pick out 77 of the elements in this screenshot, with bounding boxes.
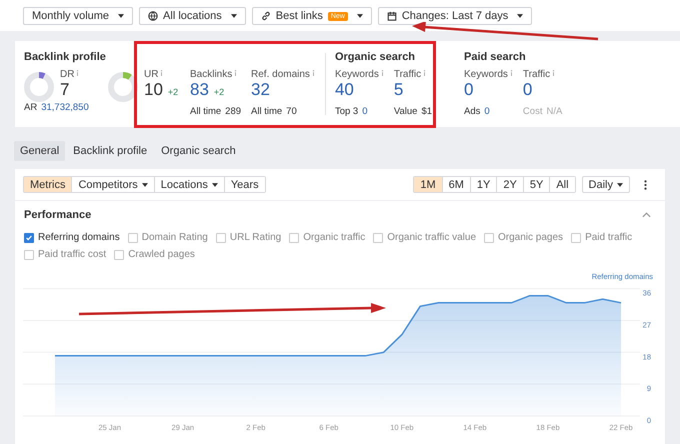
sub-value: 70 bbox=[286, 106, 297, 117]
sub-label: All time bbox=[251, 106, 282, 117]
tab[interactable]: Organic search bbox=[155, 141, 242, 161]
info-icon bbox=[312, 70, 315, 76]
sub-value[interactable]: 0 bbox=[362, 106, 368, 117]
sub-value[interactable]: 31,732,850 bbox=[41, 102, 89, 113]
metric-value[interactable]: 0 bbox=[464, 80, 474, 100]
interval-dropdown[interactable]: Daily bbox=[582, 176, 630, 193]
info-icon bbox=[160, 70, 164, 76]
metric-value[interactable]: 32 bbox=[251, 80, 270, 100]
metric-value: 10 bbox=[144, 80, 163, 100]
collapse-icon[interactable] bbox=[642, 212, 651, 218]
caret-icon bbox=[356, 14, 363, 18]
metric-value[interactable]: 40 bbox=[334, 80, 354, 100]
sub-label: AR bbox=[24, 102, 38, 113]
section-title: Performance bbox=[24, 209, 92, 221]
tab[interactable]: General bbox=[14, 141, 66, 161]
view-tab[interactable]: Metrics bbox=[24, 177, 72, 192]
metric-label: Ref. domains bbox=[251, 69, 310, 80]
series-checkbox[interactable]: Organic pages bbox=[484, 232, 564, 243]
series-checkbox[interactable]: URL Rating bbox=[216, 232, 282, 243]
section-title: Backlink profile bbox=[24, 51, 107, 65]
metric-value[interactable]: 83 bbox=[190, 80, 209, 100]
info-icon bbox=[76, 70, 80, 76]
info-icon bbox=[234, 70, 238, 76]
info-icon bbox=[423, 70, 426, 76]
globe-icon bbox=[148, 11, 158, 21]
section-title: Paid search bbox=[464, 51, 527, 65]
metric-label: Keywords bbox=[334, 69, 379, 80]
tab[interactable]: Backlink profile bbox=[67, 141, 154, 161]
sub-value: N/A bbox=[546, 106, 562, 117]
metric-value[interactable]: 5 bbox=[394, 80, 404, 100]
section-title: Organic search bbox=[334, 51, 416, 65]
sub-label: Top 3 bbox=[334, 106, 358, 117]
sub-label: Value bbox=[394, 106, 418, 117]
filter-dropdown[interactable]: All locations bbox=[139, 7, 246, 25]
metric-value: 7 bbox=[60, 80, 70, 100]
sub-label: Ads bbox=[464, 106, 480, 117]
series-checkbox[interactable]: Crawled pages bbox=[114, 249, 195, 260]
caret-icon bbox=[118, 14, 124, 18]
metric-label: DR bbox=[60, 69, 74, 80]
filter-dropdown[interactable]: Monthly volume bbox=[23, 7, 134, 25]
range-tab[interactable]: All bbox=[549, 177, 575, 192]
filter-dropdown[interactable]: Changes: Last 7 days bbox=[378, 7, 532, 25]
range-tab[interactable]: 1M bbox=[414, 177, 442, 192]
metric-label: Traffic bbox=[522, 69, 550, 80]
series-checkbox[interactable]: Organic traffic value bbox=[373, 232, 476, 243]
sub-value[interactable]: 0 bbox=[484, 106, 490, 117]
link-icon bbox=[260, 11, 271, 21]
change-value: +2 bbox=[214, 87, 224, 97]
sub-value: $1 bbox=[421, 106, 432, 117]
metric-label: Traffic bbox=[394, 69, 422, 80]
caret-icon bbox=[617, 182, 623, 186]
change-value: +2 bbox=[168, 87, 178, 97]
series-checkbox[interactable]: Paid traffic cost bbox=[24, 249, 106, 260]
series-checkbox[interactable]: Organic traffic bbox=[289, 232, 366, 243]
sub-label: Cost bbox=[522, 106, 542, 117]
caret-icon bbox=[230, 14, 237, 18]
view-tab[interactable]: Years bbox=[224, 177, 265, 192]
more-icon[interactable] bbox=[644, 180, 647, 190]
series-checkbox[interactable]: Paid traffic bbox=[571, 232, 632, 243]
caret-icon bbox=[212, 182, 218, 186]
series-checkbox[interactable]: Domain Rating bbox=[128, 232, 208, 243]
info-icon bbox=[380, 70, 384, 76]
caret-icon bbox=[142, 182, 148, 186]
info-icon bbox=[552, 70, 556, 76]
series-checkbox[interactable]: Referring domains bbox=[24, 232, 120, 243]
metric-label: UR bbox=[144, 69, 158, 80]
info-icon bbox=[510, 70, 513, 76]
metric-value[interactable]: 0 bbox=[522, 80, 532, 100]
calendar-icon bbox=[386, 11, 397, 21]
metric-label: Backlinks bbox=[190, 69, 232, 80]
checkmark-icon bbox=[25, 234, 33, 242]
sub-label: All time bbox=[190, 106, 222, 117]
sub-value: 289 bbox=[225, 106, 242, 117]
caret-icon bbox=[517, 14, 524, 18]
metric-label: Keywords bbox=[464, 69, 508, 80]
